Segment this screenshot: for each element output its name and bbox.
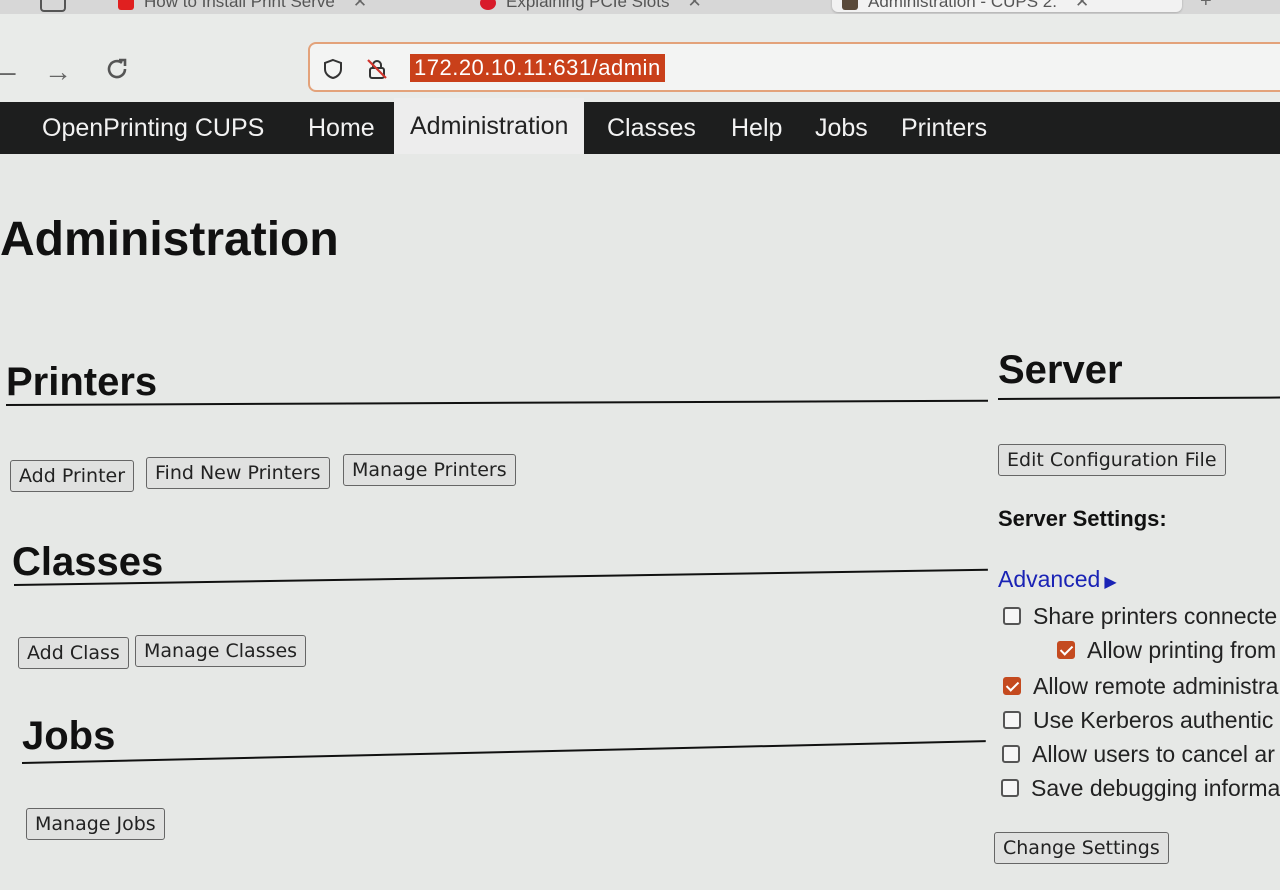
add-printer-button[interactable]: Add Printer [10,460,135,492]
browser-tab-active[interactable]: Administration - CUPS 2. ✕ [832,0,1182,12]
triangle-right-icon: ▶ [1104,574,1117,591]
cups-header-nav: OpenPrinting CUPS Home Administration Cl… [0,98,1280,154]
server-divider [997,396,1280,400]
setting-label: Use Kerberos authentic [1033,707,1274,733]
classes-heading: Classes [12,540,164,584]
cancel-jobs-checkbox[interactable] [1002,744,1020,763]
youtube-favicon-icon [118,0,134,10]
debug-info-checkbox[interactable] [1001,778,1019,797]
tab-title: How to Install Print Serve [144,0,335,11]
nav-openprinting-cups[interactable]: OpenPrinting CUPS [42,102,264,154]
find-new-printers-button[interactable]: Find New Printers [146,457,330,489]
jobs-heading: Jobs [22,714,116,758]
insecure-lock-icon[interactable] [366,58,388,80]
add-class-button[interactable]: Add Class [18,637,129,669]
setting-remote-admin[interactable]: Allow remote administra [1003,672,1278,700]
url-text[interactable]: 172.20.10.11:631/admin [410,54,665,82]
close-tab-icon[interactable]: ✕ [687,0,701,11]
page-title: Administration [0,213,339,266]
setting-label: Save debugging informa [1031,775,1280,801]
close-tab-icon[interactable]: ✕ [1075,0,1089,11]
setting-debug-info[interactable]: Save debugging informa [1001,774,1280,802]
share-printers-checkbox[interactable] [1003,606,1021,625]
nav-administration[interactable]: Administration [394,98,585,154]
setting-kerberos[interactable]: Use Kerberos authentic [1003,706,1273,734]
browser-toolbar: – → 172.20.10.11:631/admin [0,14,1280,102]
browser-tab-1[interactable]: How to Install Print Serve ✕ [118,0,448,12]
manage-classes-button[interactable]: Manage Classes [135,635,307,667]
tab-overview-icon[interactable] [40,0,66,12]
setting-allow-printing[interactable]: Allow printing from [1057,636,1276,664]
reload-icon[interactable] [104,56,130,87]
setting-label: Allow printing from [1087,637,1277,663]
remote-admin-checkbox[interactable] [1003,676,1021,695]
nav-jobs[interactable]: Jobs [815,102,868,154]
forward-arrow-icon[interactable]: → [44,58,72,86]
nav-classes[interactable]: Classes [607,102,696,154]
server-heading: Server [998,348,1123,392]
advanced-link[interactable]: Advanced ▶ [998,566,1117,593]
cups-favicon-icon [842,0,858,10]
manage-jobs-button[interactable]: Manage Jobs [26,808,165,840]
jobs-divider [21,740,986,764]
advanced-link-label: Advanced [998,566,1101,592]
edit-configuration-file-button[interactable]: Edit Configuration File [998,444,1226,476]
setting-share-printers[interactable]: Share printers connecte [1003,602,1277,630]
nav-home[interactable]: Home [308,102,375,154]
tab-title: Explaining PCIe Slots [506,0,670,11]
allow-printing-checkbox[interactable] [1057,640,1075,659]
kerberos-checkbox[interactable] [1003,710,1021,729]
nav-printers[interactable]: Printers [901,102,987,154]
setting-cancel-jobs[interactable]: Allow users to cancel ar [1002,740,1275,768]
setting-label: Allow users to cancel ar [1032,741,1275,767]
back-arrow-icon[interactable]: – [0,58,16,86]
browser-tab-strip: How to Install Print Serve ✕ Explaining P… [0,0,1280,14]
manage-printers-button[interactable]: Manage Printers [343,454,516,486]
setting-label: Share printers connecte [1033,603,1278,629]
close-tab-icon[interactable]: ✕ [353,0,367,11]
site-favicon-icon [480,0,496,10]
server-settings-label: Server Settings: [998,506,1167,531]
change-settings-button[interactable]: Change Settings [994,832,1169,864]
new-tab-icon[interactable]: + [1200,0,1212,13]
setting-label: Allow remote administra [1033,673,1279,699]
printers-heading: Printers [6,360,158,404]
address-bar[interactable]: 172.20.10.11:631/admin [308,42,1280,92]
shield-icon[interactable] [322,58,344,80]
tab-title: Administration - CUPS 2. [868,0,1057,11]
nav-help[interactable]: Help [731,102,782,154]
browser-tab-2[interactable]: Explaining PCIe Slots ✕ [480,0,810,12]
